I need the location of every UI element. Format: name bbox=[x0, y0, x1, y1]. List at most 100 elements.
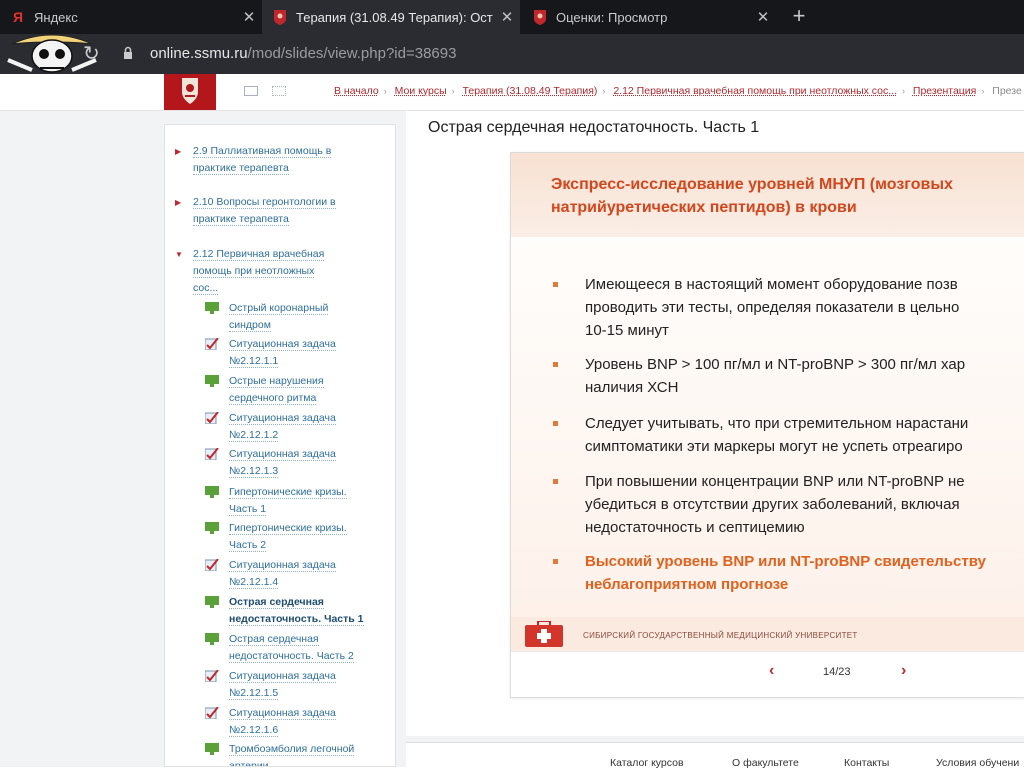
mail-icon[interactable] bbox=[244, 86, 258, 96]
slides-icon bbox=[205, 486, 219, 498]
quiz-icon bbox=[205, 707, 219, 719]
footer-nav: Каталог курсов О факультете Контакты Усл… bbox=[406, 742, 1024, 769]
new-tab-button[interactable]: + bbox=[786, 3, 812, 29]
tab-label: Оценки: Просмотр bbox=[556, 9, 668, 25]
url-path: /mod/slides/view.php?id=38693 bbox=[247, 45, 457, 62]
item-label: Ситуационная задача №2.12.1.6 bbox=[229, 707, 336, 737]
item-label: Ситуационная задача №2.12.1.5 bbox=[229, 670, 336, 700]
quiz-icon bbox=[205, 412, 219, 424]
section-label: 2.12 Первичная врачебная помощь при неот… bbox=[193, 248, 325, 295]
ssmu-icon bbox=[272, 9, 288, 25]
sidebar-item-ahf-2[interactable]: Острая сердечная недостаточность. Часть … bbox=[205, 631, 365, 665]
sidebar-item-ahf-1[interactable]: Острая сердечная недостаточность. Часть … bbox=[205, 594, 365, 628]
sidebar-section-2-10[interactable]: ▶ 2.10 Вопросы геронтологии в практике те… bbox=[175, 194, 353, 228]
quiz-icon bbox=[205, 670, 219, 682]
slide-title-line: Экспресс-исследование уровней МНУП (мозг… bbox=[551, 176, 953, 193]
tab-yandex[interactable]: Я Яндекс ✕ bbox=[0, 0, 262, 34]
sidebar-item-task-5[interactable]: Ситуационная задача №2.12.1.5 bbox=[205, 668, 365, 702]
bullet-line: Уровень BNP > 100 пг/мл и NT-proBNP > 30… bbox=[585, 356, 966, 373]
sidebar-item-pe[interactable]: Тромбоэмболия легочной артерии bbox=[205, 741, 365, 766]
tab-therapy[interactable]: Терапия (31.08.49 Терапия): Ост ✕ bbox=[262, 0, 520, 34]
section-label: 2.9 Паллиативная помощь в практике терап… bbox=[193, 145, 332, 175]
sidebar-item-rhythm[interactable]: Острые нарушения сердечного ритма bbox=[205, 373, 365, 407]
item-label: Гипертонические кризы. Часть 2 bbox=[229, 522, 347, 552]
sidebar-item-crisis-1[interactable]: Гипертонические кризы. Часть 1 bbox=[205, 484, 365, 518]
sidebar-item-task-1[interactable]: Ситуационная задача №2.12.1.1 bbox=[205, 336, 365, 370]
sidebar-item-task-3[interactable]: Ситуационная задача №2.12.1.3 bbox=[205, 446, 365, 480]
close-icon[interactable]: ✕ bbox=[494, 8, 520, 26]
slides-icon bbox=[205, 743, 219, 755]
footer-link-terms[interactable]: Условия обучени bbox=[936, 757, 1019, 769]
slide-pager: ‹ 14/23 › bbox=[511, 651, 1024, 697]
sidebar-item-crisis-2[interactable]: Гипертонические кризы. Часть 2 bbox=[205, 520, 365, 554]
slide-header: Экспресс-исследование уровней МНУП (мозг… bbox=[511, 153, 1024, 237]
tab-grades[interactable]: Оценки: Просмотр ✕ bbox=[522, 0, 776, 34]
slides-icon bbox=[205, 302, 219, 314]
tab-label: Терапия (31.08.49 Терапия): Ост bbox=[296, 9, 493, 25]
slide-bullet: При повышении концентрации BNP или NT-pr… bbox=[553, 470, 965, 539]
bullet-line: При повышении концентрации BNP или NT-pr… bbox=[585, 473, 965, 490]
page-indicator: 14/23 bbox=[823, 666, 851, 678]
slides-icon bbox=[205, 375, 219, 387]
page-title: Острая сердечная недостаточность. Часть … bbox=[428, 119, 760, 136]
breadcrumb-current: Презе bbox=[992, 85, 1022, 97]
yandex-icon: Я bbox=[12, 9, 24, 25]
bullet-line: Следует учитывать, что при стремительном… bbox=[585, 415, 969, 432]
breadcrumb: В начало › Мои курсы › Терапия (31.08.49 Т… bbox=[334, 85, 1022, 97]
section-label: 2.10 Вопросы геронтологии в практике тер… bbox=[193, 196, 336, 226]
url-host: online.ssmu.ru bbox=[150, 45, 248, 62]
browser-tab-bar: Я Яндекс ✕ Терапия (31.08.49 Терапия): О… bbox=[0, 0, 1024, 34]
item-label: Острая сердечная недостаточность. Часть … bbox=[229, 633, 354, 663]
bullet-line: Высокий уровень BNP или NT-proBNP свидет… bbox=[585, 553, 986, 570]
breadcrumb-presentation[interactable]: Презентация bbox=[913, 85, 976, 97]
slide-viewer: Экспресс-исследование уровней МНУП (мозг… bbox=[510, 152, 1024, 698]
item-label: Ситуационная задача №2.12.1.3 bbox=[229, 448, 336, 478]
course-sidebar: ▶ 2.9 Паллиативная помощь в практике тера… bbox=[164, 124, 396, 767]
sidebar-item-acs[interactable]: Острый коронарный синдром bbox=[205, 300, 365, 334]
slide-bullet: Имеющееся в настоящий момент оборудовани… bbox=[553, 273, 959, 342]
breadcrumb-section[interactable]: 2.12 Первичная врачебная помощь при неот… bbox=[613, 85, 897, 97]
breadcrumb-course[interactable]: Терапия (31.08.49 Терапия) bbox=[463, 85, 598, 97]
item-label: Острые нарушения сердечного ритма bbox=[229, 375, 324, 405]
quiz-icon bbox=[205, 448, 219, 460]
item-label: Гипертонические кризы. Часть 1 bbox=[229, 486, 347, 516]
bullet-line: Имеющееся в настоящий момент оборудовани… bbox=[585, 276, 958, 293]
slide-bullet-highlight: Высокий уровень BNP или NT-proBNP свидет… bbox=[553, 550, 986, 596]
item-label: Ситуационная задача №2.12.1.2 bbox=[229, 412, 336, 442]
slides-icon bbox=[205, 596, 219, 608]
footer-link-catalog[interactable]: Каталог курсов bbox=[610, 757, 684, 769]
breadcrumb-my-courses[interactable]: Мои курсы bbox=[395, 85, 447, 97]
bullet-line: симптоматики эти маркеры могут не успеть… bbox=[585, 438, 963, 455]
item-label: Ситуационная задача №2.12.1.1 bbox=[229, 338, 336, 368]
lock-icon bbox=[124, 46, 132, 59]
slides-icon bbox=[205, 633, 219, 645]
footer-link-contacts[interactable]: Контакты bbox=[844, 757, 889, 769]
quiz-icon bbox=[205, 559, 219, 571]
url-field[interactable]: online.ssmu.ru/mod/slides/view.php?id=38… bbox=[150, 45, 456, 62]
next-slide-button[interactable]: › bbox=[901, 662, 906, 680]
item-label: Ситуационная задача №2.12.1.4 bbox=[229, 559, 336, 589]
grid-icon[interactable] bbox=[272, 86, 286, 96]
sidebar-item-task-2[interactable]: Ситуационная задача №2.12.1.2 bbox=[205, 410, 365, 444]
quiz-icon bbox=[205, 338, 219, 350]
slide-title: Экспресс-исследование уровней МНУП (мозг… bbox=[551, 173, 953, 219]
footer-link-about[interactable]: О факультете bbox=[732, 757, 799, 769]
close-icon[interactable]: ✕ bbox=[750, 8, 776, 26]
item-label: Тромбоэмболия легочной артерии bbox=[229, 743, 355, 766]
bullet-line: наличия ХСН bbox=[585, 379, 679, 396]
sidebar-item-task-4[interactable]: Ситуационная задача №2.12.1.4 bbox=[205, 557, 365, 591]
prev-slide-button[interactable]: ‹ bbox=[769, 662, 774, 680]
slide-bullet: Уровень BNP > 100 пг/мл и NT-proBNP > 30… bbox=[553, 353, 965, 399]
sidebar-section-2-9[interactable]: ▶ 2.9 Паллиативная помощь в практике тера… bbox=[175, 143, 353, 177]
ssmu-logo[interactable] bbox=[164, 74, 216, 110]
slide-title-line: натрийуретических пептидов) в крови bbox=[551, 199, 857, 216]
item-label: Острая сердечная недостаточность. Часть … bbox=[229, 596, 364, 626]
bullet-line: неблагоприятном прогнозе bbox=[585, 576, 789, 593]
sidebar-item-task-6[interactable]: Ситуационная задача №2.12.1.6 bbox=[205, 705, 365, 739]
close-icon[interactable]: ✕ bbox=[236, 8, 262, 26]
sidebar-section-2-12[interactable]: ▼ 2.12 Первичная врачебная помощь при нео… bbox=[175, 246, 333, 297]
bullet-line: убедиться в отсутствии других заболевани… bbox=[585, 496, 960, 513]
breadcrumb-home[interactable]: В начало bbox=[334, 85, 379, 97]
ssmu-icon bbox=[532, 9, 548, 25]
skull-icon bbox=[7, 34, 97, 73]
